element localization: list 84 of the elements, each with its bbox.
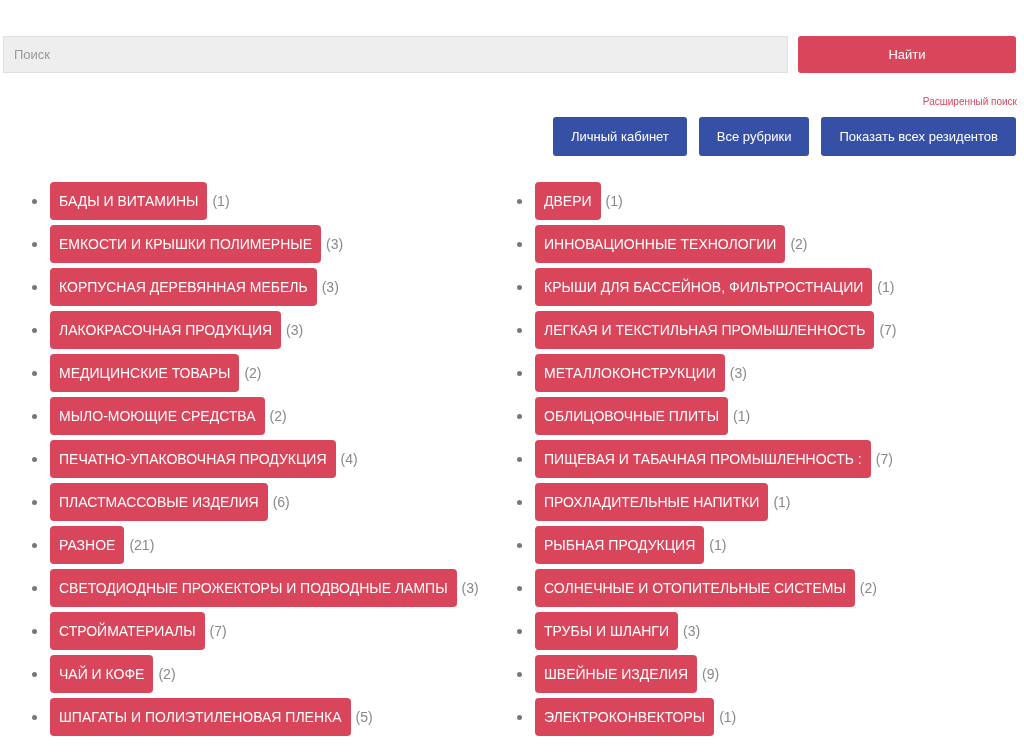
bullet-icon xyxy=(32,628,37,634)
category-count: (1) xyxy=(212,191,230,211)
category-link[interactable]: ПРОХЛАДИТЕЛЬНЫЕ НАПИТКИ xyxy=(535,483,769,521)
bullet-icon xyxy=(32,284,37,290)
category-count: (2) xyxy=(269,406,287,426)
category-count: (3) xyxy=(286,320,304,340)
category-link[interactable]: СОЛНЕЧНЫЕ И ОТОПИТЕЛЬНЫЕ СИСТЕМЫ xyxy=(535,569,855,607)
bullet-icon xyxy=(32,327,37,333)
category-count: (1) xyxy=(733,406,751,426)
category-link[interactable]: ЭЛЕКТРОКОНВЕКТОРЫ xyxy=(535,698,715,736)
category-count: (7) xyxy=(875,449,893,469)
bullet-icon xyxy=(517,628,522,634)
bullet-icon xyxy=(517,284,522,290)
category-link[interactable]: РАЗНОЕ xyxy=(50,526,125,564)
bullet-icon xyxy=(32,241,37,247)
category-count: (1) xyxy=(709,535,727,555)
category-link[interactable]: ШВЕЙНЫЕ ИЗДЕЛИЯ xyxy=(535,655,697,693)
category-count: (3) xyxy=(321,277,339,297)
bullet-icon xyxy=(517,370,522,376)
category-link[interactable]: ЕМКОСТИ И КРЫШКИ ПОЛИМЕРНЫЕ xyxy=(50,225,322,263)
category-count: (7) xyxy=(879,320,897,340)
category-link[interactable]: МЕДИЦИНСКИЕ ТОВАРЫ xyxy=(50,354,240,392)
category-count: (3) xyxy=(461,578,479,598)
nav-button[interactable]: Показать всех резидентов xyxy=(821,117,1016,156)
bullet-icon xyxy=(32,542,37,548)
category-link[interactable]: ДВЕРИ xyxy=(535,182,601,220)
category-count: (1) xyxy=(605,191,623,211)
category-link[interactable]: ПИЩЕВАЯ И ТАБАЧНАЯ ПРОМЫШЛЕННОСТЬ : xyxy=(535,440,871,478)
category-count: (2) xyxy=(790,234,808,254)
bullet-icon xyxy=(32,585,37,591)
category-count: (1) xyxy=(877,277,895,297)
category-link[interactable]: ЛЕГКАЯ И ТЕКСТИЛЬНАЯ ПРОМЫШЛЕННОСТЬ xyxy=(535,311,875,349)
category-count: (5) xyxy=(355,707,373,727)
bullet-icon xyxy=(517,413,522,419)
bullet-icon xyxy=(32,198,37,204)
bullet-icon xyxy=(32,499,37,505)
category-count: (1) xyxy=(719,707,737,727)
nav-button[interactable]: Все рубрики xyxy=(698,117,810,156)
bullet-icon xyxy=(517,456,522,462)
category-link[interactable]: КОРПУСНАЯ ДЕРЕВЯННАЯ МЕБЕЛЬ xyxy=(50,268,317,306)
advanced-search-link[interactable]: Расширенный поиск xyxy=(922,94,1017,109)
bullet-icon xyxy=(517,327,522,333)
bullet-icon xyxy=(32,413,37,419)
category-link[interactable]: КРЫШИ ДЛЯ БАССЕЙНОВ, ФИЛЬТРОСТНАЦИИ xyxy=(535,268,873,306)
search-button[interactable]: Найти xyxy=(798,36,1016,73)
bullet-icon xyxy=(517,671,522,677)
category-count: (3) xyxy=(683,621,701,641)
category-link[interactable]: ЧАЙ И КОФЕ xyxy=(50,655,154,693)
category-count: (21) xyxy=(129,535,155,555)
category-count: (3) xyxy=(326,234,344,254)
category-link[interactable]: ШПАГАТЫ И ПОЛИЭТИЛЕНОВАЯ ПЛЕНКА xyxy=(50,698,351,736)
bullet-icon xyxy=(32,370,37,376)
category-link[interactable]: СВЕТОДИОДНЫЕ ПРОЖЕКТОРЫ И ПОДВОДНЫЕ ЛАМПЫ xyxy=(50,569,457,607)
category-link[interactable]: МЕТАЛЛОКОНСТРУКЦИИ xyxy=(535,354,725,392)
nav-button[interactable]: Личный кабинет xyxy=(553,117,687,156)
category-count: (4) xyxy=(340,449,358,469)
category-count: (3) xyxy=(729,363,747,383)
bullet-icon xyxy=(517,585,522,591)
bullet-icon xyxy=(32,714,37,720)
category-count: (2) xyxy=(859,578,877,598)
category-count: (2) xyxy=(158,664,176,684)
bullet-icon xyxy=(517,499,522,505)
category-count: (6) xyxy=(272,492,290,512)
category-link[interactable]: РЫБНАЯ ПРОДУКЦИЯ xyxy=(535,526,705,564)
bullet-icon xyxy=(517,241,522,247)
bullet-icon xyxy=(517,198,522,204)
bullet-icon xyxy=(32,671,37,677)
category-count: (1) xyxy=(773,492,791,512)
category-link[interactable]: БАДЫ И ВИТАМИНЫ xyxy=(50,182,208,220)
category-link[interactable]: ИННОВАЦИОННЫЕ ТЕХНОЛОГИИ xyxy=(535,225,786,263)
category-link[interactable]: ПЕЧАТНО-УПАКОВОЧНАЯ ПРОДУКЦИЯ xyxy=(50,440,336,478)
bullet-icon xyxy=(517,542,522,548)
category-link[interactable]: ТРУБЫ И ШЛАНГИ xyxy=(535,612,678,650)
category-count: (7) xyxy=(209,621,227,641)
category-link[interactable]: ПЛАСТМАССОВЫЕ ИЗДЕЛИЯ xyxy=(50,483,268,521)
category-link[interactable]: МЫЛО-МОЮЩИЕ СРЕДСТВА xyxy=(50,397,265,435)
category-link[interactable]: ЛАКОКРАСОЧНАЯ ПРОДУКЦИЯ xyxy=(50,311,282,349)
category-link[interactable]: СТРОЙМАТЕРИАЛЫ xyxy=(50,612,205,650)
category-count: (2) xyxy=(244,363,262,383)
search-field[interactable]: Поиск xyxy=(3,36,788,73)
bullet-icon xyxy=(32,456,37,462)
category-count: (9) xyxy=(702,664,720,684)
category-link[interactable]: ОБЛИЦОВОЧНЫЕ ПЛИТЫ xyxy=(535,397,729,435)
bullet-icon xyxy=(517,714,522,720)
